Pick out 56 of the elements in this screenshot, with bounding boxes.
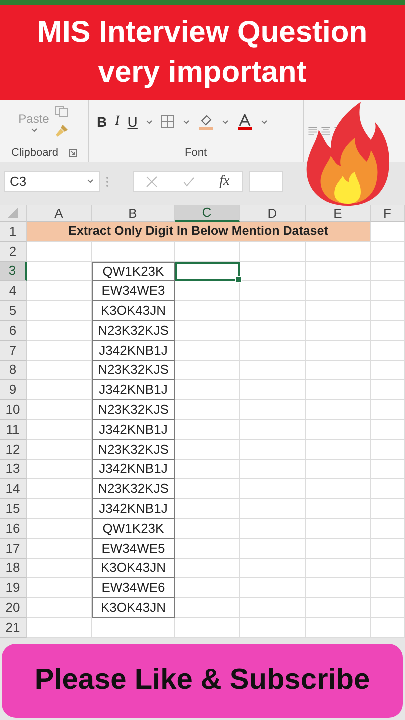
name-box[interactable]: C3 [4,171,100,192]
row-header[interactable]: 10 [0,400,27,420]
group-label: Clipboard [11,147,59,159]
banner-title: very important [98,54,307,90]
row-header[interactable]: 20 [0,598,27,618]
table-cell: K3OK43JN [92,558,175,578]
row-header[interactable]: 5 [0,301,27,321]
insert-function-button[interactable]: fx [220,174,230,190]
row-header[interactable]: 1 [0,222,27,242]
row-header[interactable]: 7 [0,340,27,361]
table-cell: EW34WE5 [92,538,175,559]
row-header[interactable]: 13 [0,460,27,480]
table-cell: EW34WE6 [92,578,175,598]
format-button[interactable]: I [115,114,120,130]
row-header[interactable]: 6 [0,320,27,341]
row-header[interactable]: 12 [0,440,27,460]
row-header[interactable]: 9 [0,380,27,400]
table-cell: N23K32KJS [92,440,175,460]
table-cell: QW1K23K [92,262,175,282]
group-label: Font [184,147,207,159]
table-cell: K3OK43JN [92,598,175,618]
table-cell: N23K32KJS [92,400,175,420]
table-cell: N23K32KJS [92,320,175,341]
table-cell: J342KNB1J [92,499,175,519]
subscribe-banner: Please Like & Subscribe [2,644,403,718]
table-cell: J342KNB1J [92,420,175,440]
row-header[interactable]: 18 [0,558,27,578]
column-header[interactable]: A [27,205,92,222]
column-header[interactable]: D [240,205,306,222]
row-header[interactable]: 19 [0,578,27,598]
title-cell: Extract Only Digit In Below Mention Dataset [27,222,371,242]
row-header[interactable]: 17 [0,538,27,559]
row-header[interactable]: 11 [0,420,27,440]
table-cell: J342KNB1J [92,380,175,400]
column-header[interactable]: E [306,205,371,222]
row-header[interactable]: 2 [0,242,27,262]
column-header[interactable]: B [92,205,175,222]
banner-title: MIS Interview Question [37,14,368,50]
column-header[interactable]: F [371,205,405,222]
column-header[interactable]: C [175,205,240,222]
row-header[interactable]: 8 [0,360,27,380]
table-cell: N23K32KJS [92,479,175,500]
row-header[interactable]: 14 [0,479,27,500]
table-cell: J342KNB1J [92,340,175,361]
row-header[interactable]: 21 [0,618,27,638]
format-button[interactable]: B [97,114,108,130]
table-cell: N23K32KJS [92,360,175,380]
row-header[interactable]: 15 [0,499,27,519]
row-header[interactable]: 16 [0,518,27,539]
format-button[interactable]: U [128,114,138,130]
table-cell: EW34WE3 [92,281,175,302]
table-cell: J342KNB1J [92,460,175,480]
table-cell: QW1K23K [92,518,175,539]
row-header[interactable]: 3 [0,262,27,282]
table-cell: K3OK43JN [92,301,175,321]
row-header[interactable]: 4 [0,281,27,302]
